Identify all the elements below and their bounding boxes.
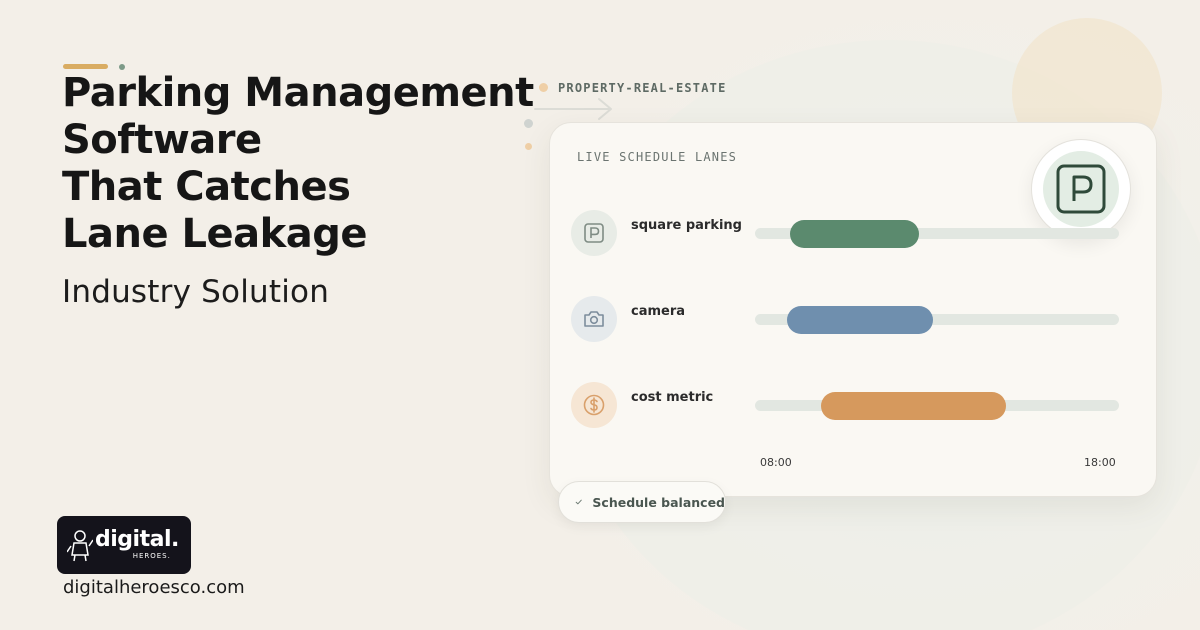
lane-label: cost metric [631, 390, 714, 405]
logo-word: digital. [95, 527, 179, 552]
badge-inner [1043, 151, 1119, 227]
headline-line: Lane Leakage [62, 211, 367, 257]
decorative-dot [525, 143, 532, 150]
accent-line [63, 64, 108, 69]
axis-start-label: 08:00 [760, 456, 792, 469]
dollar-icon [583, 394, 605, 416]
parking-sign-icon [1056, 164, 1106, 214]
lane-label: camera [631, 304, 686, 319]
axis-end-label: 18:00 [1084, 456, 1116, 469]
lane-icon-camera [571, 296, 617, 342]
lane-bar-square-parking [789, 220, 919, 248]
parking-sign-icon [584, 223, 604, 243]
headline-line: That Catches [62, 164, 351, 210]
page-title: Parking Management Software That Catches… [62, 70, 534, 258]
lane-bar-camera [787, 306, 934, 334]
status-label: Schedule balanced [592, 494, 725, 510]
decorative-dot [524, 119, 533, 128]
decorative-arrow-icon [534, 98, 612, 120]
schedule-card: LIVE SCHEDULE LANES square parking camer… [549, 122, 1157, 497]
lane-icon-cost-metric [571, 382, 617, 428]
page-subtitle: Industry Solution [62, 274, 330, 310]
status-pill: Schedule balanced [558, 481, 726, 523]
headline-line: Parking Management [62, 70, 534, 116]
category-label: PROPERTY-REAL-ESTATE [558, 81, 727, 95]
parking-badge [1031, 139, 1131, 239]
lane-icon-square-parking [571, 210, 617, 256]
camera-icon [584, 311, 604, 327]
card-title: LIVE SCHEDULE LANES [577, 150, 738, 164]
lane-label: square parking [631, 218, 742, 233]
hero-mascot-icon [67, 530, 93, 562]
site-url[interactable]: digitalheroesco.com [63, 576, 245, 600]
check-icon [575, 499, 582, 505]
logo-text: digital. HEROES. [95, 529, 179, 561]
category-dot [539, 83, 548, 92]
headline-line: Software [62, 117, 262, 163]
logo-subword: HEROES. [132, 552, 171, 560]
lane-bar-cost-metric [820, 392, 1007, 420]
brand-logo[interactable]: digital. HEROES. [57, 516, 191, 574]
